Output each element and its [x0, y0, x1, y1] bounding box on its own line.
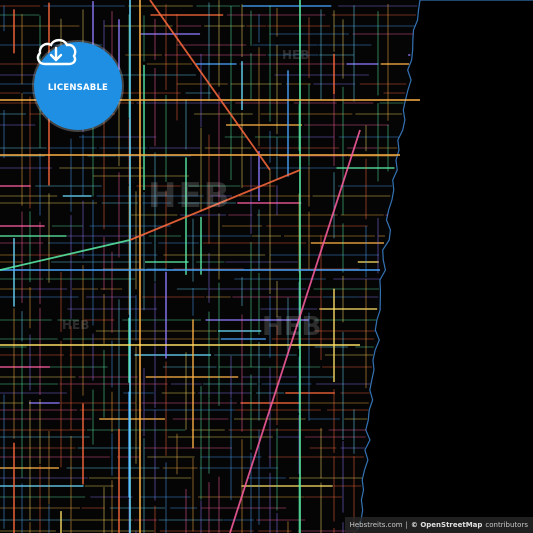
attribution-suffix: contributors [485, 521, 528, 529]
street-map[interactable]: HEB HEB HEB HEB LICENSABLE Hebstreits.co… [0, 0, 533, 533]
watermark-logo-large: HEB [148, 176, 232, 216]
badge-label: LICENSABLE [47, 83, 109, 93]
cloud-download-icon [36, 38, 77, 66]
watermark-logo-medium: HEB [262, 312, 322, 342]
attribution-brand[interactable]: Hebstreits.com [350, 521, 403, 529]
lake-water [357, 0, 533, 533]
major-road [149, 0, 271, 171]
attribution-osm-link[interactable]: © OpenStreetMap [411, 521, 483, 529]
attribution-bar: Hebstreits.com | © OpenStreetMap contrib… [344, 517, 533, 533]
watermark-logo-small: HEB [62, 318, 90, 332]
attribution-separator: | [405, 521, 408, 529]
watermark-logo-small-top: HEB [282, 48, 310, 62]
licensable-badge[interactable]: LICENSABLE [34, 38, 122, 130]
